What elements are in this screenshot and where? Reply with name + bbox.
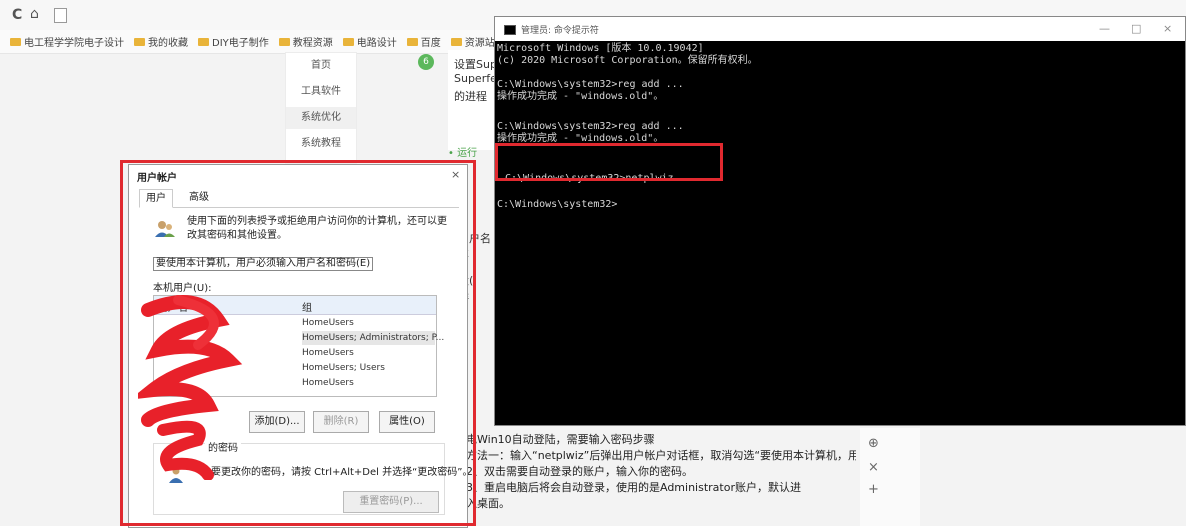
article-link[interactable]: • 运行 [448, 144, 477, 159]
command-prompt-window: 管理员: 命令提示符 — □ × Microsoft Windows [版本 1… [494, 16, 1186, 426]
article-line: 入桌面。 [466, 497, 510, 510]
crosshair-icon[interactable]: ⊕ [868, 436, 879, 451]
article-steps: 电Win10自动登陆，需要输入密码步骤 方法一：输入“netplwiz”后弹出用… [466, 432, 856, 512]
highlight-box-dialog [120, 160, 476, 526]
step-badge: 6 [418, 54, 434, 70]
bookmark-item[interactable]: 教程资源 [278, 34, 333, 49]
plus-icon[interactable]: + [868, 482, 879, 497]
close-button[interactable]: × [1163, 22, 1172, 35]
bookmark-item[interactable]: 电路设计 [342, 34, 397, 49]
maximize-button[interactable]: □ [1131, 22, 1141, 35]
cmd-titlebar[interactable]: 管理员: 命令提示符 — □ × [495, 17, 1185, 41]
cmd-prompt: C:\Windows\system32> [497, 199, 618, 210]
cmd-title: 管理员: 命令提示符 [521, 26, 599, 36]
article-text: 设置Sup [454, 58, 497, 71]
folder-icon [450, 37, 462, 46]
minimize-button[interactable]: — [1099, 22, 1110, 35]
folder-icon [278, 37, 290, 46]
home-icon[interactable]: ⌂ [30, 6, 39, 22]
article-line: 3、重启电脑后将会自动登录，使用的是Administrator账户，默认进 [466, 481, 801, 494]
menu-item[interactable]: 首页 [286, 55, 356, 77]
side-menu: 首页 工具软件 系统优化 系统教程 [285, 52, 357, 164]
cmd-output[interactable]: Microsoft Windows [版本 10.0.19042] (c) 20… [497, 43, 1183, 423]
folder-icon [342, 37, 354, 46]
article-line: 方法一：输入“netplwiz”后弹出用户帐户对话框，取消勾选“要使用本计算机，… [466, 449, 856, 462]
folder-icon [134, 37, 145, 46]
folder-icon [10, 37, 21, 46]
folder-icon [198, 37, 209, 46]
cmd-line: Microsoft Windows [版本 10.0.19042] [497, 43, 704, 54]
close-icon[interactable]: × [868, 460, 879, 475]
cmd-line: 操作成功完成 - "windows.old"。 [497, 91, 664, 102]
cmd-line: C:\Windows\system32>reg add ... [497, 79, 684, 90]
terminal-icon [504, 25, 516, 35]
refresh-icon[interactable]: C [12, 7, 22, 23]
bookmark-item[interactable]: 资源站 [450, 34, 495, 49]
cmd-line: C:\Windows\system32>reg add ... [497, 121, 684, 132]
page-icon [54, 8, 67, 23]
menu-item-active[interactable]: 系统优化 [286, 107, 356, 129]
bookmark-item[interactable]: 百度 [406, 34, 441, 49]
bookmark-item[interactable]: 电工程学学院电子设计 [10, 34, 124, 49]
bookmark-item[interactable]: DIY电子制作 [198, 34, 269, 49]
cmd-line: (c) 2020 Microsoft Corporation。保留所有权利。 [497, 55, 758, 66]
bookmark-item[interactable]: 我的收藏 [134, 34, 188, 49]
article-text: 的进程 [454, 90, 487, 103]
article-text: Superfe [454, 72, 497, 85]
menu-item[interactable]: 工具软件 [286, 81, 356, 103]
article-line: 2、双击需要自动登录的账户，输入你的密码。 [466, 465, 693, 478]
menu-item[interactable]: 系统教程 [286, 133, 356, 155]
folder-icon [406, 37, 418, 46]
highlight-box-command [495, 143, 723, 181]
article-line: 电Win10自动登陆，需要输入密码步骤 [466, 433, 655, 446]
